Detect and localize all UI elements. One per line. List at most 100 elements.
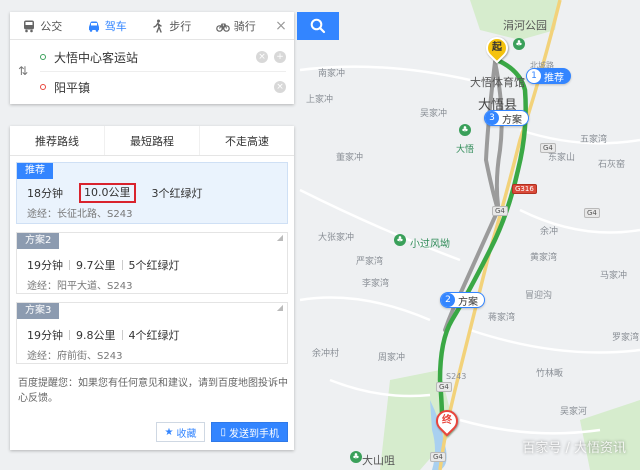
route-number: 3: [485, 111, 499, 125]
end-marker-label: 终: [442, 415, 452, 426]
route-tag-1[interactable]: 1 推荐: [526, 68, 571, 84]
park-icon[interactable]: ♣: [394, 234, 406, 246]
map-label: 大山咀: [362, 454, 395, 467]
route-preference-tabs: 推荐路线 最短路程 不走高速: [10, 126, 294, 156]
map-label: 涓河公园: [503, 19, 547, 32]
plan-distance: 9.8公里: [76, 329, 116, 342]
route-tag-3[interactable]: 3 方案: [484, 110, 529, 126]
plan-traffic-lights: 4个红绿灯: [128, 329, 180, 342]
destination-row: ×: [40, 74, 286, 100]
route-plan-1[interactable]: 推荐 18分钟 10.0公里 3个红绿灯 途经：长征北路、S243: [16, 162, 288, 224]
tab-label: 骑行: [233, 19, 256, 33]
map-label: 余冲: [540, 227, 559, 237]
tab-label: 驾车: [104, 19, 127, 33]
tab-no-highway[interactable]: 不走高速: [200, 126, 294, 155]
expand-icon[interactable]: ◢: [277, 233, 283, 242]
origin-row: × +: [40, 44, 286, 70]
route-number: 1: [527, 69, 541, 83]
feedback-tip: 百度提醒您：如果您有任何意见和建议，请到百度地图投诉中心反馈。: [18, 378, 288, 404]
tab-car[interactable]: 驾车: [75, 12, 140, 39]
map-label: 罗家湾: [612, 333, 640, 343]
favorite-button[interactable]: ★ 收藏: [155, 422, 206, 442]
map-label: 周家冲: [378, 353, 406, 363]
road-badge: G4: [492, 206, 508, 216]
plan-time: 18分钟: [27, 187, 63, 200]
expand-icon[interactable]: ◢: [277, 303, 283, 312]
route-endpoints: ⇅ × + ×: [10, 40, 294, 104]
route-plan-2[interactable]: 方案2 ◢ 19分钟 9.7公里 5个红绿灯 途经：阳平大道、S243: [16, 232, 288, 294]
route-tag-label: 方案: [502, 114, 522, 126]
tab-walk[interactable]: 步行: [139, 12, 204, 39]
destination-dot-icon: [40, 84, 46, 90]
tab-bike[interactable]: 骑行: [204, 12, 269, 39]
plan-traffic-lights: 5个红绿灯: [128, 259, 180, 272]
tab-label: 步行: [169, 19, 192, 33]
map-label: 吴家河: [560, 407, 588, 417]
map-label: 大张家冲: [318, 233, 355, 243]
send-to-phone-button[interactable]: ▯ 发送到手机: [211, 422, 288, 442]
map-label: 李家湾: [362, 279, 390, 289]
map-label: 大悟体育馆: [470, 76, 525, 89]
park-icon[interactable]: ♣: [350, 451, 362, 463]
add-waypoint-icon[interactable]: +: [274, 51, 286, 63]
clear-icon[interactable]: ×: [256, 51, 268, 63]
map-label: 南家冲: [318, 69, 346, 79]
park-icon[interactable]: ♣: [513, 38, 525, 50]
route-plan-3[interactable]: 方案3 ◢ 19分钟 9.8公里 4个红绿灯 途经：府前街、S243: [16, 302, 288, 364]
clear-icon[interactable]: ×: [274, 81, 286, 93]
transport-mode-tabs: 公交 驾车 步行 骑行 ×: [10, 12, 294, 40]
plan-tag: 推荐: [17, 163, 53, 179]
destination-input[interactable]: [54, 80, 268, 94]
route-results-panel: 推荐路线 最短路程 不走高速 推荐 18分钟 10.0公里 3个红绿灯 途经：长…: [10, 126, 294, 450]
plan-distance: 10.0公里: [79, 183, 136, 203]
map-label: 冒迎沟: [525, 291, 553, 301]
divider: [142, 188, 146, 198]
route-tag-label: 方案: [458, 296, 478, 308]
park-icon[interactable]: ♣: [459, 124, 471, 136]
map-label: 黄家湾: [530, 253, 558, 263]
map-label: 上家冲: [306, 95, 334, 105]
bus-icon: [24, 20, 35, 32]
road-badge: G4: [430, 452, 446, 462]
map-label: 蒋家湾: [488, 313, 516, 323]
route-tag-label: 推荐: [544, 72, 564, 84]
map-label: 余冲村: [312, 349, 340, 359]
plan-stats: 18分钟 10.0公里 3个红绿灯: [27, 183, 203, 203]
map-label: 小过风坳: [410, 239, 450, 250]
divider: [40, 71, 286, 72]
map-road-label: S243: [446, 372, 467, 381]
road-badge: G4: [584, 208, 600, 218]
origin-input[interactable]: [54, 50, 250, 64]
search-button[interactable]: [297, 12, 339, 40]
plan-distance: 9.7公里: [76, 259, 116, 272]
phone-icon: ▯: [220, 426, 226, 438]
tab-recommended[interactable]: 推荐路线: [10, 126, 105, 155]
divider: [121, 330, 123, 340]
plan-tag: 方案3: [17, 303, 60, 319]
tab-bus[interactable]: 公交: [10, 12, 75, 39]
plan-traffic-lights: 3个红绿灯: [151, 187, 203, 200]
road-badge: G4: [436, 382, 452, 392]
map-label: 董家冲: [336, 153, 364, 163]
route-number: 2: [441, 293, 455, 307]
plan-stats: 19分钟 9.8公里 4个红绿灯: [27, 327, 180, 343]
swap-icon[interactable]: ⇅: [18, 64, 28, 78]
plan-via: 途经：府前街、S243: [27, 351, 123, 362]
tab-label: 公交: [40, 19, 63, 33]
map-label: 严家湾: [356, 257, 384, 267]
search-icon: [310, 18, 326, 34]
tab-shortest[interactable]: 最短路程: [105, 126, 200, 155]
plan-time: 19分钟: [27, 329, 63, 342]
map-label: 竹林畈: [536, 369, 564, 379]
bike-icon: [215, 22, 230, 32]
send-to-phone-label: 发送到手机: [229, 428, 279, 440]
road-badge: G4: [540, 143, 556, 153]
plan-tag: 方案2: [17, 233, 60, 249]
action-row: ★ 收藏 ▯ 发送到手机: [155, 422, 288, 442]
route-tag-2[interactable]: 2 方案: [440, 292, 485, 308]
walk-icon: [153, 19, 162, 33]
favorite-label: 收藏: [176, 428, 197, 440]
plan-time: 19分钟: [27, 259, 63, 272]
map-label: 五家湾: [580, 135, 608, 145]
close-icon[interactable]: ×: [268, 12, 294, 39]
